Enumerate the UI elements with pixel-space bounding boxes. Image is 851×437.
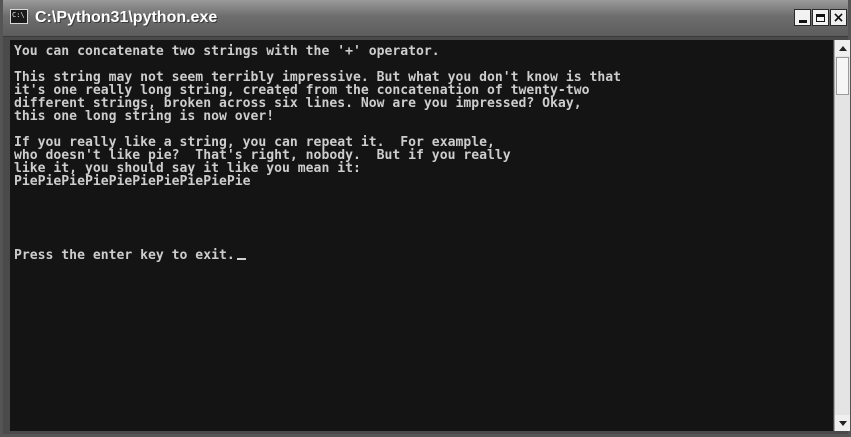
window-title: C:\Python31\python.exe [35,9,218,26]
vertical-scrollbar[interactable] [834,40,850,431]
minimize-button[interactable] [794,9,811,26]
title-bar[interactable]: C:\ C:\Python31\python.exe × [3,0,848,37]
console-app-icon[interactable]: C:\ [10,9,28,24]
scroll-up-button[interactable] [835,40,850,56]
console-prompt-text: Press the enter key to exit. [14,248,235,263]
console-line: PiePiePiePiePiePiePiePiePiePie [14,174,251,189]
console-line: this one long string is now over! [14,109,275,124]
console-window: C:\ C:\Python31\python.exe × You can con… [0,0,851,437]
console-output[interactable]: You can concatenate two strings with the… [10,40,833,431]
maximize-icon [816,13,825,22]
maximize-button[interactable] [812,9,829,26]
app-icon-text: C:\ [12,11,25,19]
arrow-down-icon [838,420,847,426]
close-button[interactable]: × [830,9,847,26]
console-line: You can concatenate two strings with the… [14,44,440,59]
scroll-down-button[interactable] [835,415,850,431]
arrow-up-icon [838,45,847,51]
close-icon: × [832,9,845,26]
minimize-icon [798,19,807,23]
text-cursor [236,258,246,260]
console-prompt-line: Press the enter key to exit. [14,249,246,262]
scrollbar-thumb[interactable] [836,57,849,95]
